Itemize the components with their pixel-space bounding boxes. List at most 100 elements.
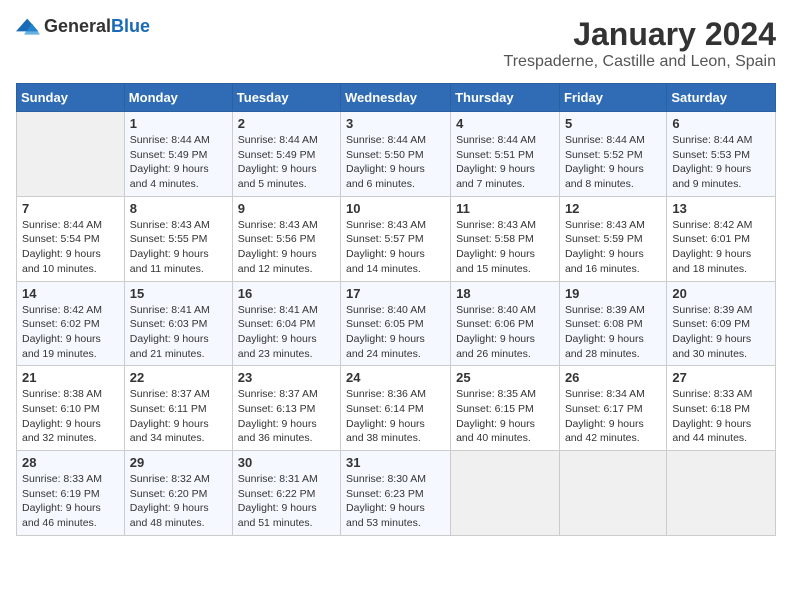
- day-number: 4: [456, 116, 554, 131]
- calendar-table: SundayMondayTuesdayWednesdayThursdayFrid…: [16, 83, 776, 536]
- day-info: Sunrise: 8:42 AMSunset: 6:01 PMDaylight:…: [672, 218, 770, 277]
- logo-general: General: [44, 16, 111, 36]
- day-info: Sunrise: 8:34 AMSunset: 6:17 PMDaylight:…: [565, 387, 661, 446]
- day-info: Sunrise: 8:43 AMSunset: 5:58 PMDaylight:…: [456, 218, 554, 277]
- calendar-week-row: 7Sunrise: 8:44 AMSunset: 5:54 PMDaylight…: [17, 196, 776, 281]
- day-number: 26: [565, 370, 661, 385]
- day-number: 19: [565, 286, 661, 301]
- day-info: Sunrise: 8:42 AMSunset: 6:02 PMDaylight:…: [22, 303, 119, 362]
- calendar-week-row: 14Sunrise: 8:42 AMSunset: 6:02 PMDayligh…: [17, 281, 776, 366]
- day-info: Sunrise: 8:30 AMSunset: 6:23 PMDaylight:…: [346, 472, 445, 531]
- calendar-day-cell: 8 Sunrise: 8:43 AMSunset: 5:55 PMDaylight…: [124, 196, 232, 281]
- calendar-day-cell: 5 Sunrise: 8:44 AMSunset: 5:52 PMDaylight…: [559, 112, 666, 197]
- page-header: GeneralBlue January 2024 Trespaderne, Ca…: [16, 16, 776, 71]
- day-number: 15: [130, 286, 227, 301]
- title-area: January 2024 Trespaderne, Castille and L…: [504, 16, 776, 71]
- calendar-day-cell: 10Sunrise: 8:43 AMSunset: 5:57 PMDayligh…: [341, 196, 451, 281]
- calendar-day-cell: 6 Sunrise: 8:44 AMSunset: 5:53 PMDaylight…: [667, 112, 776, 197]
- day-info: Sunrise: 8:44 AMSunset: 5:52 PMDaylight:…: [565, 133, 661, 192]
- day-info: Sunrise: 8:39 AMSunset: 6:08 PMDaylight:…: [565, 303, 661, 362]
- calendar-day-cell: 15Sunrise: 8:41 AMSunset: 6:03 PMDayligh…: [124, 281, 232, 366]
- day-number: 23: [238, 370, 335, 385]
- calendar-week-row: 21Sunrise: 8:38 AMSunset: 6:10 PMDayligh…: [17, 366, 776, 451]
- day-of-week-header: Monday: [124, 84, 232, 112]
- calendar-week-row: 28Sunrise: 8:33 AMSunset: 6:19 PMDayligh…: [17, 451, 776, 536]
- calendar-day-cell: 31 Sunrise: 8:30 AMSunset: 6:23 PMDayligh…: [341, 451, 451, 536]
- day-number: 5: [565, 116, 661, 131]
- day-info: Sunrise: 8:40 AMSunset: 6:06 PMDaylight:…: [456, 303, 554, 362]
- day-number: 31: [346, 455, 445, 470]
- day-number: 6: [672, 116, 770, 131]
- calendar-day-cell: 25 Sunrise: 8:35 AMSunset: 6:15 PMDayligh…: [451, 366, 560, 451]
- day-info: Sunrise: 8:43 AMSunset: 5:56 PMDaylight:…: [238, 218, 335, 277]
- calendar-day-cell: 17 Sunrise: 8:40 AMSunset: 6:05 PMDayligh…: [341, 281, 451, 366]
- calendar-week-row: 1 Sunrise: 8:44 AMSunset: 5:49 PMDaylight…: [17, 112, 776, 197]
- calendar-day-cell: 13 Sunrise: 8:42 AMSunset: 6:01 PMDayligh…: [667, 196, 776, 281]
- calendar-day-cell: 20Sunrise: 8:39 AMSunset: 6:09 PMDayligh…: [667, 281, 776, 366]
- calendar-day-cell: 4 Sunrise: 8:44 AMSunset: 5:51 PMDaylight…: [451, 112, 560, 197]
- day-info: Sunrise: 8:36 AMSunset: 6:14 PMDaylight:…: [346, 387, 445, 446]
- day-number: 22: [130, 370, 227, 385]
- day-number: 7: [22, 201, 119, 216]
- calendar-day-cell: 14Sunrise: 8:42 AMSunset: 6:02 PMDayligh…: [17, 281, 125, 366]
- calendar-day-cell: 21Sunrise: 8:38 AMSunset: 6:10 PMDayligh…: [17, 366, 125, 451]
- day-number: 11: [456, 201, 554, 216]
- day-info: Sunrise: 8:44 AMSunset: 5:50 PMDaylight:…: [346, 133, 445, 192]
- calendar-day-cell: 12 Sunrise: 8:43 AMSunset: 5:59 PMDayligh…: [559, 196, 666, 281]
- day-info: Sunrise: 8:40 AMSunset: 6:05 PMDaylight:…: [346, 303, 445, 362]
- day-info: Sunrise: 8:37 AMSunset: 6:11 PMDaylight:…: [130, 387, 227, 446]
- day-number: 24: [346, 370, 445, 385]
- day-number: 20: [672, 286, 770, 301]
- day-info: Sunrise: 8:38 AMSunset: 6:10 PMDaylight:…: [22, 387, 119, 446]
- calendar-day-cell: 29 Sunrise: 8:32 AMSunset: 6:20 PMDayligh…: [124, 451, 232, 536]
- logo: GeneralBlue: [16, 16, 150, 37]
- day-number: 18: [456, 286, 554, 301]
- logo-blue: Blue: [111, 16, 150, 36]
- day-number: 8: [130, 201, 227, 216]
- calendar-day-cell: 16Sunrise: 8:41 AMSunset: 6:04 PMDayligh…: [232, 281, 340, 366]
- day-number: 28: [22, 455, 119, 470]
- day-info: Sunrise: 8:43 AMSunset: 5:59 PMDaylight:…: [565, 218, 661, 277]
- calendar-day-cell: 23 Sunrise: 8:37 AMSunset: 6:13 PMDayligh…: [232, 366, 340, 451]
- day-number: 27: [672, 370, 770, 385]
- day-info: Sunrise: 8:44 AMSunset: 5:51 PMDaylight:…: [456, 133, 554, 192]
- day-number: 29: [130, 455, 227, 470]
- day-number: 3: [346, 116, 445, 131]
- day-number: 12: [565, 201, 661, 216]
- calendar-day-cell: 11 Sunrise: 8:43 AMSunset: 5:58 PMDayligh…: [451, 196, 560, 281]
- day-info: Sunrise: 8:41 AMSunset: 6:04 PMDaylight:…: [238, 303, 335, 362]
- calendar-day-cell: 30Sunrise: 8:31 AMSunset: 6:22 PMDayligh…: [232, 451, 340, 536]
- calendar-day-cell: 24 Sunrise: 8:36 AMSunset: 6:14 PMDayligh…: [341, 366, 451, 451]
- calendar-day-cell: [667, 451, 776, 536]
- day-number: 13: [672, 201, 770, 216]
- day-info: Sunrise: 8:32 AMSunset: 6:20 PMDaylight:…: [130, 472, 227, 531]
- calendar-day-cell: 19 Sunrise: 8:39 AMSunset: 6:08 PMDayligh…: [559, 281, 666, 366]
- day-info: Sunrise: 8:43 AMSunset: 5:55 PMDaylight:…: [130, 218, 227, 277]
- logo-icon: [16, 17, 40, 37]
- calendar-day-cell: 9 Sunrise: 8:43 AMSunset: 5:56 PMDaylight…: [232, 196, 340, 281]
- day-info: Sunrise: 8:44 AMSunset: 5:53 PMDaylight:…: [672, 133, 770, 192]
- day-of-week-header: Sunday: [17, 84, 125, 112]
- calendar-day-cell: 1 Sunrise: 8:44 AMSunset: 5:49 PMDaylight…: [124, 112, 232, 197]
- day-of-week-header: Wednesday: [341, 84, 451, 112]
- calendar-body: 1 Sunrise: 8:44 AMSunset: 5:49 PMDaylight…: [17, 112, 776, 536]
- day-number: 10: [346, 201, 445, 216]
- day-info: Sunrise: 8:35 AMSunset: 6:15 PMDaylight:…: [456, 387, 554, 446]
- calendar-day-cell: 27Sunrise: 8:33 AMSunset: 6:18 PMDayligh…: [667, 366, 776, 451]
- day-info: Sunrise: 8:37 AMSunset: 6:13 PMDaylight:…: [238, 387, 335, 446]
- day-number: 9: [238, 201, 335, 216]
- day-number: 2: [238, 116, 335, 131]
- calendar-day-cell: 28Sunrise: 8:33 AMSunset: 6:19 PMDayligh…: [17, 451, 125, 536]
- day-info: Sunrise: 8:31 AMSunset: 6:22 PMDaylight:…: [238, 472, 335, 531]
- calendar-day-cell: [451, 451, 560, 536]
- day-info: Sunrise: 8:44 AMSunset: 5:49 PMDaylight:…: [130, 133, 227, 192]
- day-number: 1: [130, 116, 227, 131]
- day-info: Sunrise: 8:44 AMSunset: 5:49 PMDaylight:…: [238, 133, 335, 192]
- day-number: 25: [456, 370, 554, 385]
- calendar-day-cell: 2 Sunrise: 8:44 AMSunset: 5:49 PMDaylight…: [232, 112, 340, 197]
- calendar-day-cell: 22 Sunrise: 8:37 AMSunset: 6:11 PMDayligh…: [124, 366, 232, 451]
- calendar-day-cell: 3 Sunrise: 8:44 AMSunset: 5:50 PMDaylight…: [341, 112, 451, 197]
- day-number: 17: [346, 286, 445, 301]
- day-of-week-header: Tuesday: [232, 84, 340, 112]
- location-subtitle: Trespaderne, Castille and Leon, Spain: [504, 53, 776, 71]
